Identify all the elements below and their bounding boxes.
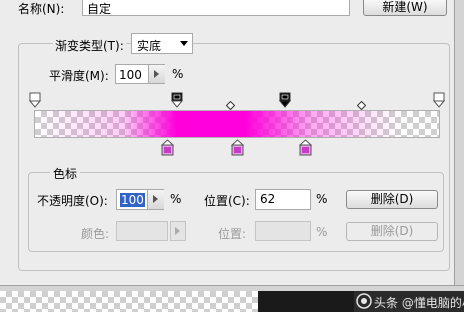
smoothness-stepper[interactable] [148,65,165,83]
name-input[interactable]: 自定 [82,0,350,16]
name-label: 名称(N): [18,2,65,16]
color-swatch-disabled[interactable] [116,221,168,241]
gradient-type-select[interactable]: 实底 [131,33,193,54]
canvas-dark-region [258,291,354,312]
color-menu-button[interactable] [170,221,186,241]
opacity-stop-100[interactable] [433,92,445,108]
opacity-unit: % [170,192,182,206]
color-location-label: 位置: [218,227,247,241]
color-location-unit: % [316,225,328,239]
opacity-location-unit: % [316,192,328,206]
opacity-delete-button[interactable]: 删除(D) [346,190,438,209]
dialog-frame-right [454,0,464,290]
color-label: 颜色: [81,227,110,241]
gradient-preview-bar[interactable] [34,110,440,138]
watermark-logo-icon [356,293,372,309]
opacity-midpoint-diamond[interactable] [357,101,366,110]
chevron-right-icon [175,227,180,235]
opacity-label: 不透明度(O): [37,194,108,208]
smoothness-field[interactable]: 100 [115,64,165,84]
smoothness-unit: % [172,67,184,81]
chevron-down-icon [180,41,188,46]
chevron-right-icon [154,70,159,78]
smoothness-label: 平滑度(M): [49,69,109,83]
opacity-location-label: 位置(C): [204,194,250,208]
chevron-right-icon [153,195,158,203]
gradient-fill [35,111,439,137]
opacity-value: 100 [120,193,145,207]
opacity-midpoint-diamond[interactable] [226,101,235,110]
gradient-type-label: 渐变类型(T): [53,37,126,54]
color-stop-67[interactable] [299,139,312,156]
opacity-stepper[interactable] [147,190,164,209]
opacity-stop-0[interactable] [29,92,41,108]
opacity-stop-62-selected[interactable] [279,92,291,108]
opacity-location-input[interactable]: 62 [255,189,311,210]
opacity-field[interactable]: 100 [116,189,164,210]
color-stop-33[interactable] [161,139,174,156]
color-stops-title: 色标 [50,165,81,182]
color-stop-50[interactable] [231,139,244,156]
smoothness-value: 100 [119,68,142,82]
new-button[interactable]: 新建(W) [363,0,447,16]
color-delete-button[interactable]: 删除(D) [346,222,438,241]
watermark-text: 头条 @懂电脑的小熊 [374,296,464,310]
opacity-stop-35[interactable] [171,92,183,108]
gradient-type-value: 实底 [137,39,162,53]
color-location-input[interactable] [255,221,311,241]
